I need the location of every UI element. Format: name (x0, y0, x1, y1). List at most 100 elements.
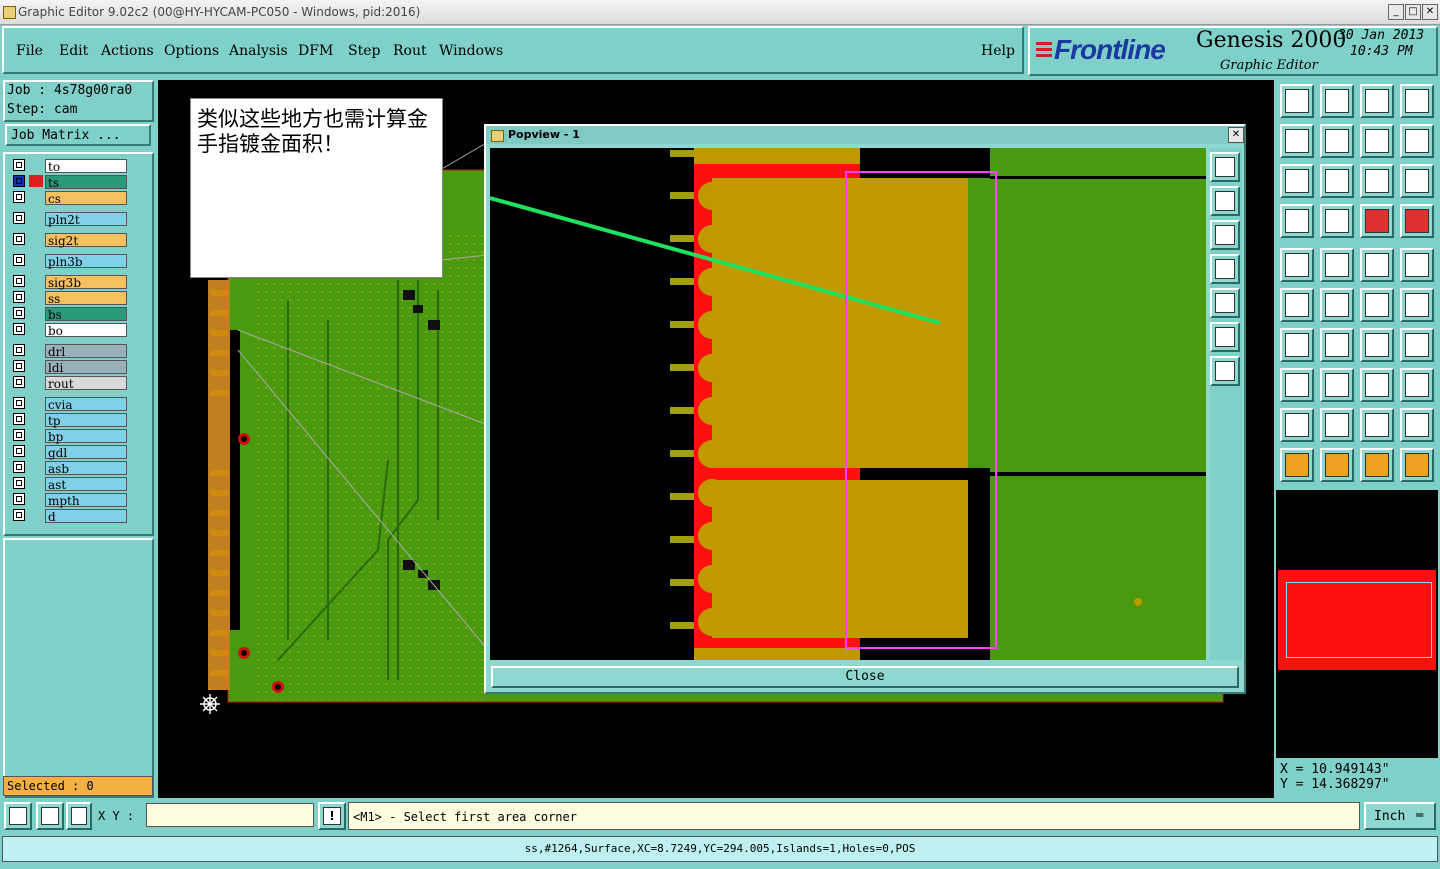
move-right-icon[interactable] (1320, 124, 1354, 158)
layer-row-sig3b[interactable]: sig3b (13, 275, 129, 290)
open-layer-icon[interactable] (1280, 84, 1314, 118)
color-fill-icon[interactable] (1320, 248, 1354, 282)
layer-checkbox[interactable] (13, 275, 25, 287)
flip-icon[interactable] (1400, 124, 1434, 158)
menu-file[interactable]: File (16, 43, 43, 59)
layer-checkbox[interactable] (13, 429, 25, 441)
angle-icon[interactable] (1280, 328, 1314, 362)
popview-zoom-fit-button[interactable] (1210, 152, 1240, 182)
shapes-icon[interactable] (1400, 368, 1434, 402)
measure-icon[interactable] (36, 802, 64, 830)
connect-icon[interactable] (1280, 288, 1314, 322)
unit-selector[interactable]: Inch ═ (1364, 802, 1436, 830)
layer-row-bs[interactable]: bs (13, 307, 129, 322)
menu-step[interactable]: Step (348, 43, 380, 59)
layer-row-cs[interactable]: cs (13, 191, 129, 206)
save-icon[interactable] (1320, 84, 1354, 118)
layer-row-ast[interactable]: ast (13, 477, 129, 492)
route-icon[interactable] (1400, 448, 1434, 482)
move-left-icon[interactable] (1280, 124, 1314, 158)
layer-checkbox[interactable] (13, 191, 25, 203)
menu-rout[interactable]: Rout (393, 43, 427, 59)
menu-help[interactable]: Help (981, 43, 1015, 59)
layer-checkbox[interactable] (13, 477, 25, 489)
layer-pair-icon[interactable] (1400, 204, 1434, 238)
layer-checkbox[interactable] (13, 445, 25, 457)
select-icon[interactable] (1320, 448, 1354, 482)
layer-checkbox[interactable] (13, 291, 25, 303)
copy-icon[interactable] (1360, 84, 1394, 118)
overview-map[interactable] (1276, 490, 1438, 758)
layer-row-sig2t[interactable]: sig2t (13, 233, 129, 248)
circle-icon[interactable] (1400, 248, 1434, 282)
pad-add-icon[interactable] (1280, 248, 1314, 282)
popview-pan-down-button[interactable] (1210, 220, 1240, 250)
layer-row-cvia[interactable]: cvia (13, 397, 129, 412)
menu-dfm[interactable]: DFM (298, 43, 333, 59)
arc-edit-icon[interactable] (1400, 408, 1434, 442)
probe-icon[interactable] (1320, 204, 1354, 238)
layer-row-drl[interactable]: drl (13, 344, 129, 359)
layer-checkbox[interactable] (13, 397, 25, 409)
cross-icon[interactable] (1320, 288, 1354, 322)
menu-windows[interactable]: Windows (439, 43, 503, 59)
popview-pan-right-button[interactable] (1210, 288, 1240, 318)
layer-row-d[interactable]: d (13, 509, 129, 524)
layer-row-gdl[interactable]: gdl (13, 445, 129, 460)
grid-icon[interactable] (66, 802, 92, 830)
line-add-icon[interactable] (1360, 288, 1394, 322)
maximize-button[interactable]: □ (1405, 4, 1421, 20)
layer-row-pln2t[interactable]: pln2t (13, 212, 129, 227)
ruler-icon[interactable] (1360, 248, 1394, 282)
popview-close-button[interactable]: Close (491, 666, 1239, 688)
layer-checkbox[interactable] (13, 254, 25, 266)
layer-row-bo[interactable]: bo (13, 323, 129, 338)
layer-checkbox[interactable] (13, 376, 25, 388)
popview-pan-left-button[interactable] (1210, 254, 1240, 284)
mirror-icon[interactable] (1400, 328, 1434, 362)
job-matrix-button[interactable]: Job Matrix ... (5, 124, 151, 146)
ratio-icon[interactable] (1360, 164, 1394, 198)
layer-checkbox[interactable] (13, 360, 25, 372)
layer-checkbox[interactable] (13, 509, 25, 521)
layer-row-ldi[interactable]: ldi (13, 360, 129, 375)
layer-checkbox[interactable] (13, 323, 25, 335)
layer-row-ts[interactable]: ts (13, 175, 129, 190)
fit-icon[interactable] (1280, 164, 1314, 198)
menu-edit[interactable]: Edit (59, 43, 88, 59)
layer-checkbox[interactable] (13, 307, 25, 319)
measure-gap-icon[interactable] (1360, 368, 1394, 402)
settings-icon[interactable] (1280, 204, 1314, 238)
menu-analysis[interactable]: Analysis (229, 43, 288, 59)
layer-checkbox[interactable] (13, 233, 25, 245)
split-view-icon[interactable] (1400, 84, 1434, 118)
layer-row-mpth[interactable]: mpth (13, 493, 129, 508)
layer-checkbox[interactable] (13, 344, 25, 356)
popview-zoom-out-button[interactable] (1210, 356, 1240, 386)
layer-row-ss[interactable]: ss (13, 291, 129, 306)
select-edit-icon[interactable] (1360, 448, 1394, 482)
popview-zoom-in-button[interactable] (1210, 322, 1240, 352)
layer-checkbox[interactable] (13, 461, 25, 473)
popview-canvas[interactable] (490, 148, 1206, 660)
zoom-window-icon[interactable] (4, 802, 32, 830)
slot-icon[interactable] (1320, 368, 1354, 402)
line-edit-icon[interactable] (1400, 288, 1434, 322)
layer-checkbox[interactable] (13, 413, 25, 425)
layer-checkbox[interactable] (13, 175, 25, 187)
popview-pan-up-button[interactable] (1210, 186, 1240, 216)
layer-stack-icon[interactable] (1360, 204, 1394, 238)
layer-row-asb[interactable]: asb (13, 461, 129, 476)
arc-icon[interactable] (1360, 408, 1394, 442)
warning-icon[interactable]: ! (318, 802, 346, 830)
diagonal-icon[interactable] (1320, 328, 1354, 362)
layer-row-pln3b[interactable]: pln3b (13, 254, 129, 269)
help-icon[interactable] (1400, 164, 1434, 198)
pointer-icon[interactable] (1280, 448, 1314, 482)
close-window-button[interactable]: ✕ (1422, 4, 1438, 20)
menu-options[interactable]: Options (164, 43, 219, 59)
triangle-icon[interactable] (1320, 408, 1354, 442)
layer-checkbox[interactable] (13, 212, 25, 224)
layer-row-bp[interactable]: bp (13, 429, 129, 444)
popview-close-icon[interactable]: ✕ (1228, 127, 1244, 143)
